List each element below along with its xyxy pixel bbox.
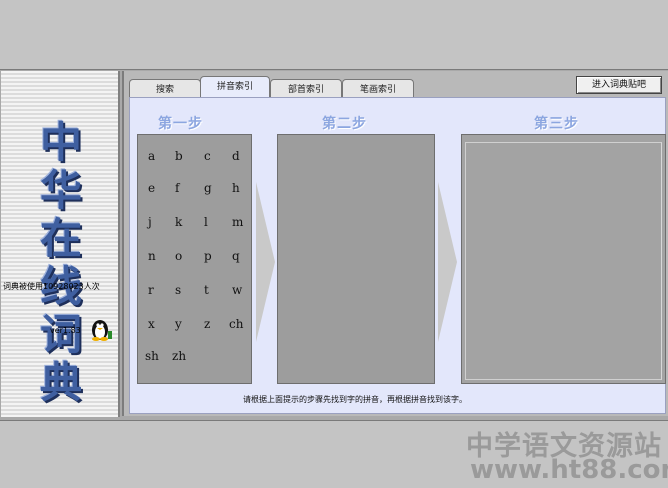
pinyin-letter-p[interactable]: p bbox=[204, 249, 212, 263]
tab-label: 笔画索引 bbox=[359, 85, 396, 95]
step-three-heading: 第三步 bbox=[534, 116, 579, 132]
step-two-heading: 第二步 bbox=[322, 116, 367, 132]
pinyin-letter-ch[interactable]: ch bbox=[229, 317, 243, 331]
pinyin-letter-l[interactable]: l bbox=[204, 215, 208, 229]
pinyin-letter-f[interactable]: f bbox=[175, 181, 179, 195]
logo-char: 在 bbox=[39, 214, 82, 263]
pinyin-letter-s[interactable]: s bbox=[175, 283, 181, 297]
tab-search[interactable]: 搜索 bbox=[129, 79, 201, 98]
penguin-icon bbox=[92, 320, 112, 341]
instructions-text: 请根据上面提示的步骤先找到字的拼音，再根据拼音找到该字。 bbox=[243, 395, 467, 404]
tab-label: 搜索 bbox=[155, 85, 174, 95]
pinyin-letter-b[interactable]: b bbox=[175, 149, 183, 163]
pinyin-letter-m[interactable]: m bbox=[232, 215, 243, 229]
pinyin-letter-e[interactable]: e bbox=[148, 181, 155, 195]
tab-stroke-index[interactable]: 笔画索引 bbox=[342, 79, 414, 98]
logo-char: 华 bbox=[39, 166, 82, 215]
pinyin-letter-r[interactable]: r bbox=[148, 283, 154, 297]
logo-char: 中 bbox=[39, 118, 82, 167]
dictionary-logo: 中 华 在 线 词 典 bbox=[21, 119, 101, 407]
arrow-right-icon bbox=[256, 182, 275, 342]
step-one-heading: 第一步 bbox=[158, 116, 203, 132]
pinyin-letter-h[interactable]: h bbox=[232, 181, 240, 195]
pinyin-letter-zh[interactable]: zh bbox=[172, 349, 186, 363]
enter-forum-button[interactable]: 进入词典贴吧 bbox=[576, 76, 662, 94]
logo-char: 典 bbox=[39, 358, 82, 407]
pinyin-letter-k[interactable]: k bbox=[175, 215, 182, 229]
watermark-url: www.ht88.com bbox=[470, 455, 668, 485]
tab-radical-index[interactable]: 部首索引 bbox=[270, 79, 342, 98]
pinyin-letter-z[interactable]: z bbox=[204, 317, 210, 331]
pinyin-letter-n[interactable]: n bbox=[148, 249, 156, 263]
sidebar: 中 华 在 线 词 典 bbox=[1, 71, 120, 417]
tab-pinyin-index[interactable]: 拼音索引 bbox=[200, 76, 270, 99]
pinyin-letter-c[interactable]: c bbox=[204, 149, 211, 163]
tab-label: 拼音索引 bbox=[216, 82, 253, 92]
pinyin-letter-q[interactable]: q bbox=[232, 249, 240, 263]
pinyin-letter-d[interactable]: d bbox=[232, 149, 240, 163]
pinyin-letter-t[interactable]: t bbox=[204, 283, 209, 297]
pinyin-letter-y[interactable]: y bbox=[175, 317, 182, 331]
pinyin-letter-w[interactable]: w bbox=[232, 283, 242, 297]
pinyin-letter-j[interactable]: j bbox=[148, 215, 152, 229]
version-label: ver1.83 bbox=[50, 326, 81, 335]
arrow-right-icon bbox=[438, 182, 457, 342]
pinyin-letter-g[interactable]: g bbox=[204, 181, 212, 195]
usage-counter: 词典被使用10928023人次 bbox=[3, 282, 100, 291]
character-list[interactable] bbox=[461, 134, 666, 384]
tab-label: 部首索引 bbox=[287, 85, 324, 95]
pinyin-letter-sh[interactable]: sh bbox=[145, 349, 159, 363]
syllable-list[interactable] bbox=[277, 134, 435, 384]
pinyin-letter-o[interactable]: o bbox=[175, 249, 182, 263]
pinyin-letter-a[interactable]: a bbox=[148, 149, 155, 163]
pinyin-letter-x[interactable]: x bbox=[148, 317, 155, 331]
